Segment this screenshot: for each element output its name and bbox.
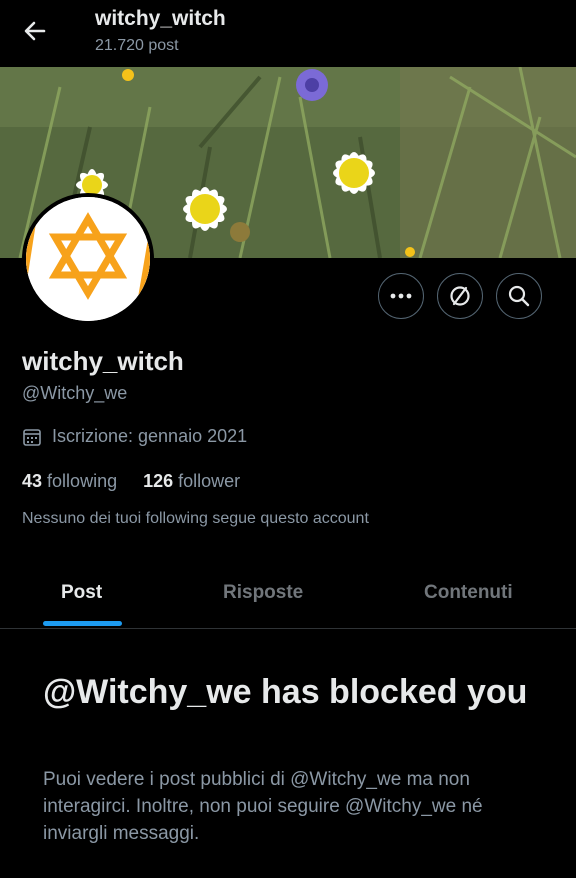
arrow-left-icon	[24, 21, 46, 41]
blocked-title: @Witchy_we has blocked you	[43, 673, 528, 711]
follower-label: follower	[178, 471, 241, 491]
avatar-image	[26, 197, 150, 321]
blocked-message: Puoi vedere i post pubblici di @Witchy_w…	[43, 769, 483, 844]
following-count: 43	[22, 471, 43, 491]
tab-contenuti[interactable]: Contenuti	[424, 582, 513, 604]
join-date: Iscrizione: gennaio 2021	[22, 426, 247, 447]
more-button[interactable]	[378, 273, 424, 319]
search-button[interactable]	[496, 273, 542, 319]
tab-post[interactable]: Post	[61, 582, 102, 604]
tab-risposte[interactable]: Risposte	[223, 582, 303, 604]
join-date-text: Iscrizione: gennaio 2021	[52, 426, 248, 446]
mutual-followers-note: Nessuno dei tuoi following segue questo …	[22, 510, 369, 527]
star-of-david-icon	[26, 197, 150, 321]
profile-name: witchy_witch	[22, 346, 184, 376]
header-title: witchy_witch	[95, 7, 226, 30]
follower-count: 126	[143, 471, 174, 491]
search-icon	[508, 285, 530, 307]
calendar-icon	[23, 428, 41, 446]
following-label: following	[47, 471, 118, 491]
avatar[interactable]	[22, 193, 154, 325]
follower-link[interactable]: 126 follower	[143, 471, 240, 491]
sync-button[interactable]	[437, 273, 483, 319]
profile-tabs: Post Risposte Contenuti	[0, 562, 576, 629]
post-count: 21.720 post	[95, 37, 179, 54]
active-tab-indicator	[43, 621, 122, 626]
following-link[interactable]: 43 following	[22, 471, 117, 491]
more-horizontal-icon	[390, 293, 412, 299]
top-bar: witchy_witch 21.720 post	[0, 0, 576, 67]
back-button[interactable]	[20, 18, 50, 44]
profile-handle: @Witchy_we	[22, 383, 128, 403]
sync-icon	[450, 286, 470, 306]
follow-counts: 43 following 126 follower	[22, 471, 240, 492]
